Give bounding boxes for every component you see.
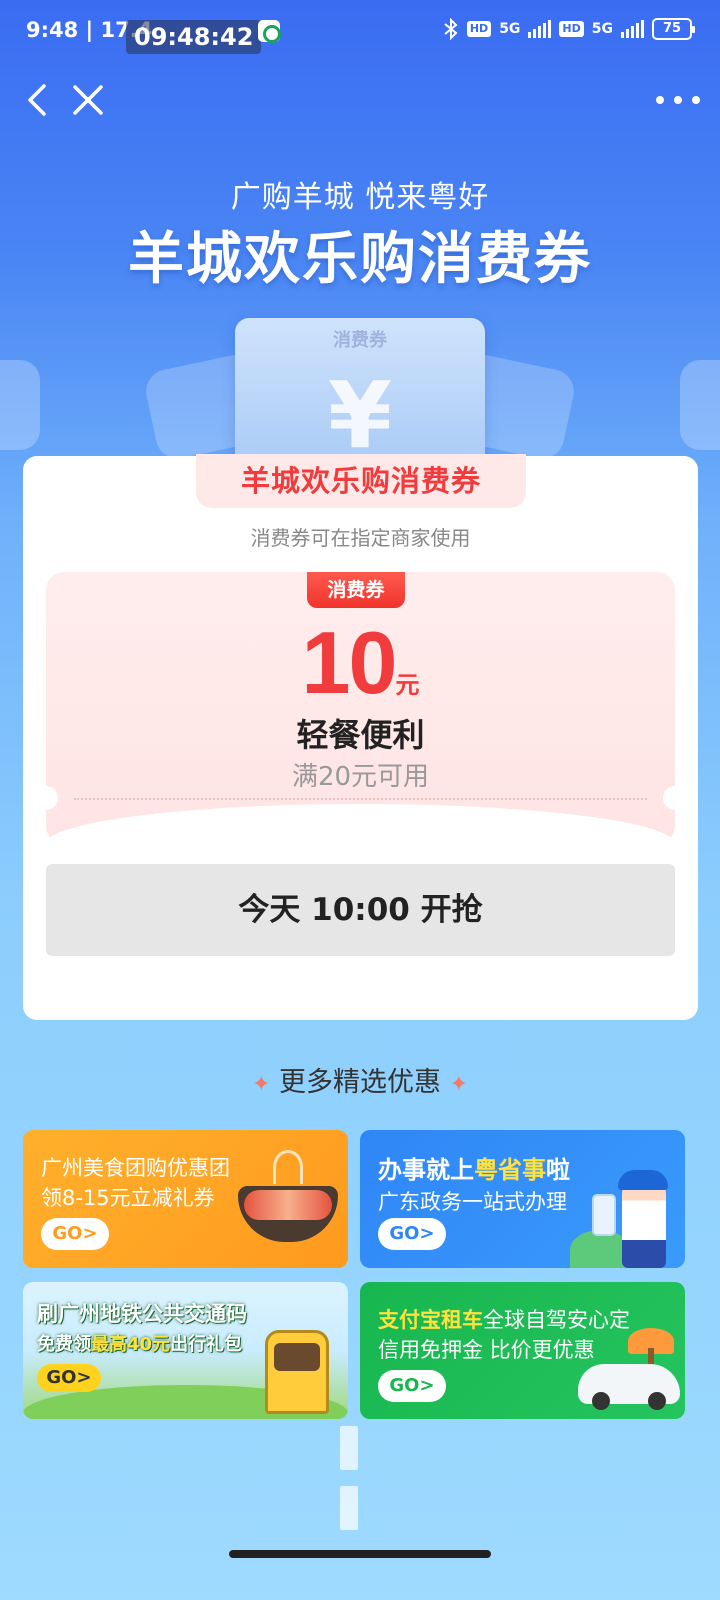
voucher-tag: 羊城欢乐购消费券 bbox=[196, 454, 526, 508]
promo-title: 广州美食团购优惠团 bbox=[41, 1156, 230, 1180]
palm-decor bbox=[628, 1328, 674, 1378]
promo-food-group-buy[interactable]: 广州美食团购优惠团 领8-15元立减礼券 GO> bbox=[23, 1130, 348, 1268]
battery-icon: 75 bbox=[652, 18, 695, 40]
hd-badge: HD bbox=[466, 21, 492, 37]
coupon-badge: 消费券 bbox=[307, 572, 405, 608]
train-illustration bbox=[265, 1330, 329, 1414]
hd-badge-2: HD bbox=[559, 21, 584, 37]
coupon-amount: 10元 bbox=[46, 612, 675, 714]
amount-unit: 元 bbox=[395, 671, 420, 699]
network-label-2: 5G bbox=[591, 21, 613, 37]
promo-title: 刷广州地铁公共交通码 bbox=[37, 1302, 247, 1326]
road-marking bbox=[340, 1426, 358, 1470]
go-button[interactable]: GO> bbox=[37, 1364, 101, 1392]
more-offers-title: ✦ 更多精选优惠 ✦ bbox=[251, 1067, 469, 1098]
decor-shape bbox=[0, 360, 40, 450]
signal-icon-2 bbox=[621, 20, 644, 38]
voucher-card: 羊城欢乐购消费券 消费券可在指定商家使用 消费券 10元 轻餐便利 满20元可用… bbox=[23, 454, 698, 1020]
coupon-curve bbox=[46, 804, 675, 844]
close-icon[interactable] bbox=[70, 82, 106, 118]
yen-icon: ¥ bbox=[327, 362, 392, 469]
promo-subtitle: 信用免押金 比价更优惠 bbox=[378, 1338, 595, 1362]
hat-decor bbox=[618, 1170, 668, 1190]
go-button[interactable]: GO> bbox=[41, 1218, 109, 1250]
divider bbox=[74, 798, 647, 800]
voucher-description: 消费券可在指定商家使用 bbox=[250, 526, 471, 550]
decor-shape bbox=[680, 360, 720, 450]
promo-title: 支付宝租车全球自驾安心定 bbox=[378, 1308, 630, 1332]
coupon-ticket[interactable]: 消费券 10元 轻餐便利 满20元可用 bbox=[46, 572, 675, 844]
carrier-app-icon bbox=[258, 20, 281, 43]
road-marking bbox=[340, 1486, 358, 1530]
status-icons: HD 5G HD 5G 75 bbox=[443, 18, 695, 40]
network-label: 5G bbox=[499, 21, 521, 37]
coupon-notch bbox=[663, 786, 675, 810]
bluetooth-icon bbox=[444, 18, 458, 40]
hero-card-label: 消费券 bbox=[333, 330, 387, 351]
home-indicator[interactable] bbox=[229, 1550, 491, 1558]
hero-title: 羊城欢乐购消费券 bbox=[128, 227, 592, 292]
coupon-name: 轻餐便利 bbox=[296, 716, 425, 754]
phone-illustration bbox=[592, 1194, 616, 1236]
coupon-condition: 满20元可用 bbox=[291, 762, 430, 792]
status-bar: 9:48 | 17.4 09:48:42 HD 5G HD 5G 75 bbox=[0, 0, 720, 60]
promo-title: 办事就上粤省事啦 bbox=[378, 1156, 570, 1184]
car-illustration bbox=[578, 1364, 680, 1410]
promo-subtitle: 领8-15元立减礼券 bbox=[41, 1186, 215, 1210]
chevron-left-icon[interactable] bbox=[20, 82, 56, 118]
go-button[interactable]: GO> bbox=[378, 1218, 446, 1250]
promo-metro-code[interactable]: 刷广州地铁公共交通码 免费领最高40元出行礼包 GO> bbox=[23, 1282, 348, 1419]
hotpot-illustration bbox=[238, 1186, 338, 1242]
sparkle-icon: ✦ bbox=[449, 1072, 469, 1097]
sparkle-icon: ✦ bbox=[251, 1072, 271, 1097]
promo-subtitle: 广东政务一站式办理 bbox=[378, 1190, 567, 1214]
promo-yueshengshi[interactable]: 办事就上粤省事啦 广东政务一站式办理 GO> bbox=[360, 1130, 685, 1268]
amount-value: 10 bbox=[301, 613, 398, 712]
signal-icon bbox=[528, 20, 552, 38]
hero-subtitle: 广购羊城 悦来粤好 bbox=[230, 180, 490, 215]
promo-car-rental[interactable]: 支付宝租车全球自驾安心定 信用免押金 比价更优惠 GO> bbox=[360, 1282, 685, 1419]
grab-button[interactable]: 今天 10:00 开抢 bbox=[46, 864, 675, 956]
go-button[interactable]: GO> bbox=[378, 1370, 446, 1402]
steam-decor bbox=[273, 1150, 303, 1184]
promo-subtitle: 免费领最高40元出行礼包 bbox=[37, 1334, 243, 1355]
clock-overlay: 09:48:42 bbox=[126, 20, 262, 54]
more-dots-icon[interactable] bbox=[656, 86, 700, 114]
